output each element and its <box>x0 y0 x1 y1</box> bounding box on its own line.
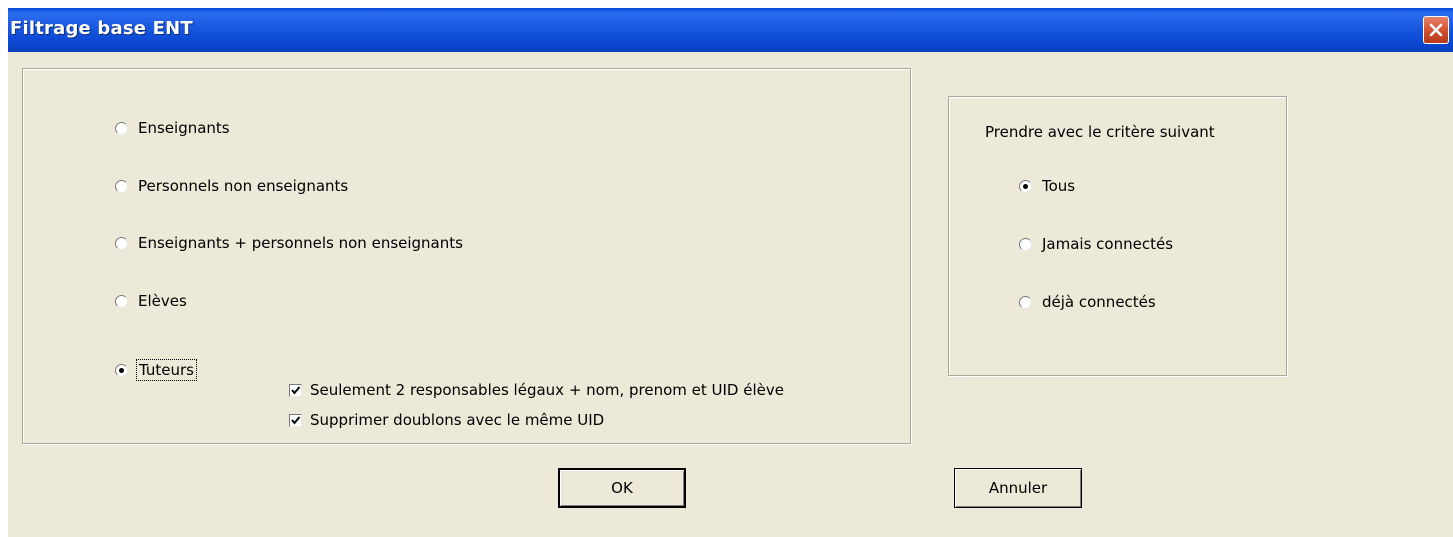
radio-enseignants[interactable]: Enseignants <box>115 117 230 139</box>
radio-circle[interactable] <box>115 179 128 193</box>
checkbox-box[interactable] <box>289 383 302 397</box>
radio-eleves[interactable]: Elèves <box>115 290 187 312</box>
criteria-heading: Prendre avec le critère suivant <box>985 123 1215 141</box>
checkbox-deux-responsables[interactable]: Seulement 2 responsables légaux + nom, p… <box>289 379 784 401</box>
criteria-group: Prendre avec le critère suivant Tous Jam… <box>948 96 1287 376</box>
dialog-window: Filtrage base ENT Enseignants Personnels… <box>8 8 1453 537</box>
radio-circle[interactable] <box>1019 237 1032 251</box>
radio-label: Elèves <box>138 292 187 310</box>
radio-circle[interactable] <box>1019 179 1032 193</box>
radio-label: Tous <box>1042 177 1076 195</box>
cancel-button[interactable]: Annuler <box>954 468 1082 508</box>
radio-label: déjà connectés <box>1042 293 1156 311</box>
radio-deja-connectes[interactable]: déjà connectés <box>1019 291 1156 313</box>
checkbox-box[interactable] <box>289 413 302 427</box>
checkmark-icon <box>291 415 301 425</box>
radio-label: Enseignants + personnels non enseignants <box>138 234 463 252</box>
radio-label: Enseignants <box>138 119 230 137</box>
radio-label: Tuteurs <box>136 359 197 381</box>
window-title: Filtrage base ENT <box>10 18 193 39</box>
title-bar[interactable]: Filtrage base ENT <box>8 8 1453 52</box>
radio-circle[interactable] <box>115 121 128 135</box>
checkbox-supprimer-doublons[interactable]: Supprimer doublons avec le même UID <box>289 409 604 431</box>
radio-jamais-connectes[interactable]: Jamais connectés <box>1019 233 1173 255</box>
radio-label: Personnels non enseignants <box>138 177 349 195</box>
close-button[interactable] <box>1423 16 1449 44</box>
radio-tous[interactable]: Tous <box>1019 175 1075 197</box>
population-group: Enseignants Personnels non enseignants E… <box>22 68 911 444</box>
close-icon <box>1429 23 1443 37</box>
radio-circle[interactable] <box>115 363 128 377</box>
radio-enseignants-et-personnels[interactable]: Enseignants + personnels non enseignants <box>115 232 463 254</box>
radio-personnels-non-enseignants[interactable]: Personnels non enseignants <box>115 175 348 197</box>
checkbox-label: Supprimer doublons avec le même UID <box>310 411 605 429</box>
checkmark-icon <box>291 385 301 395</box>
radio-circle[interactable] <box>1019 295 1032 309</box>
radio-label: Jamais connectés <box>1042 235 1174 253</box>
radio-circle[interactable] <box>115 236 128 250</box>
radio-circle[interactable] <box>115 294 128 308</box>
ok-button[interactable]: OK <box>558 468 686 508</box>
radio-tuteurs[interactable]: Tuteurs <box>115 359 197 381</box>
checkbox-label: Seulement 2 responsables légaux + nom, p… <box>310 381 784 399</box>
